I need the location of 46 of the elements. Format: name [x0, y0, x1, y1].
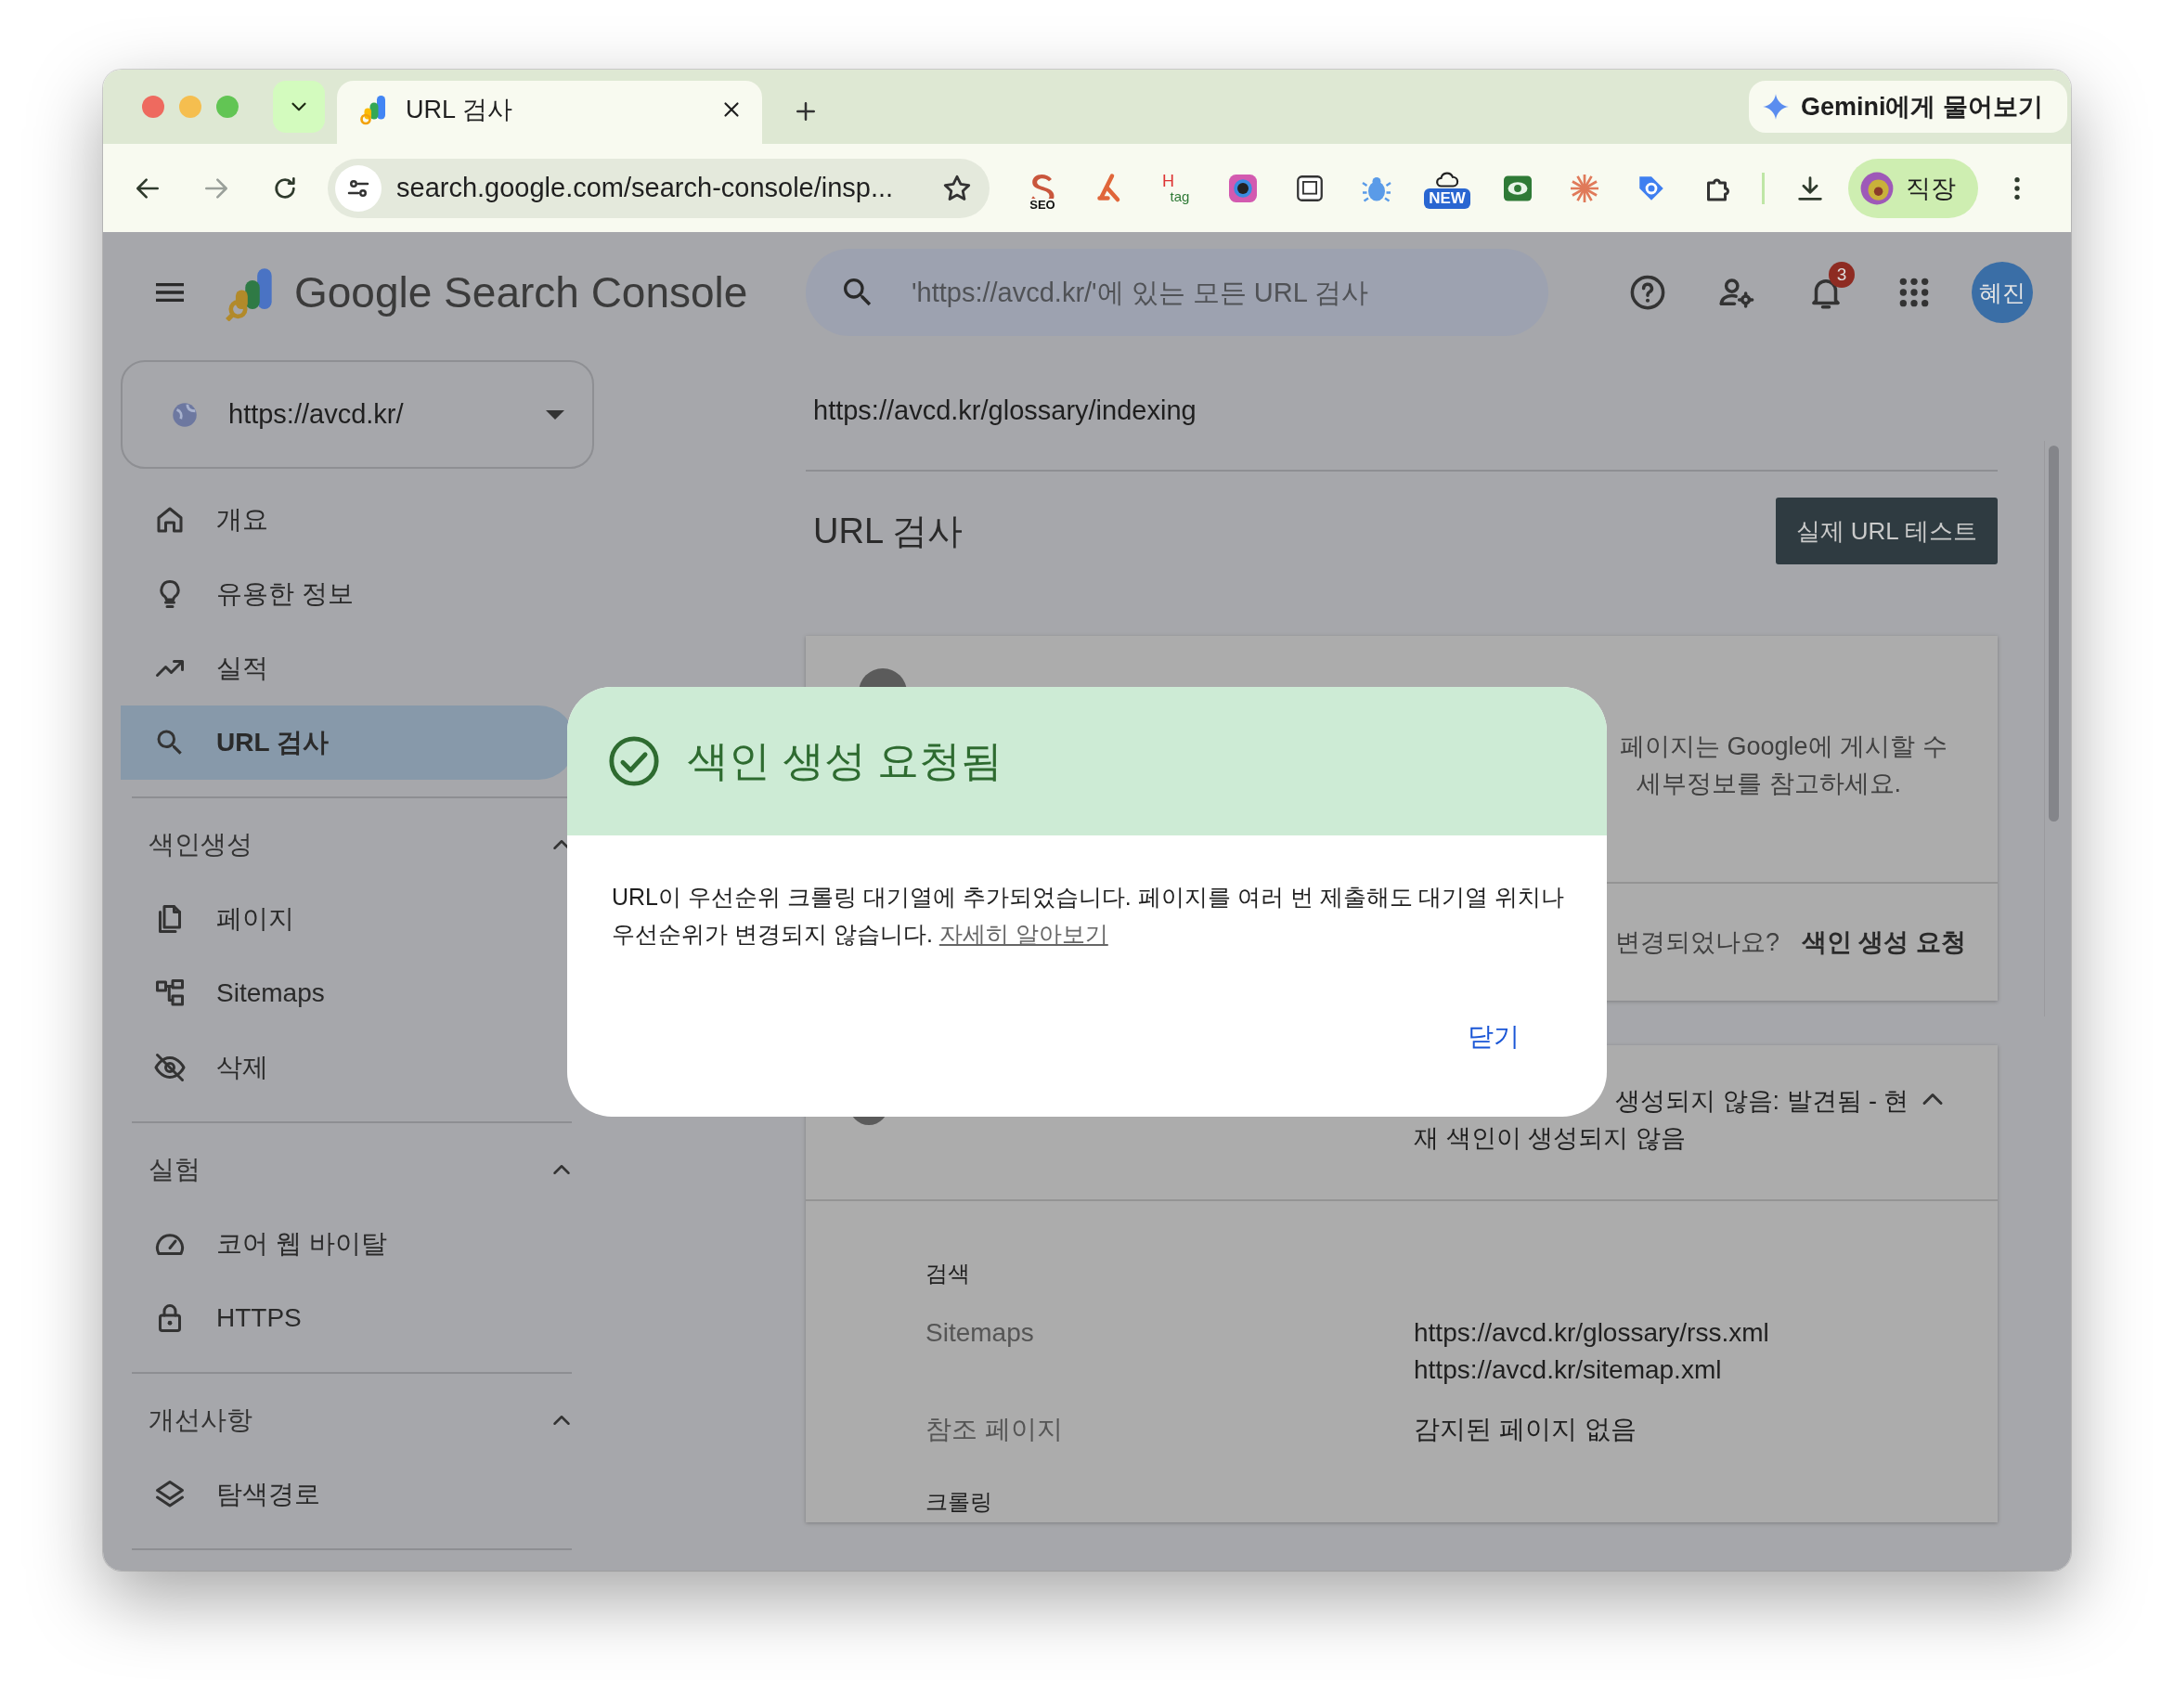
description-text: 세부정보를 참고하세요.: [1637, 769, 1902, 799]
group-title: 검색: [925, 1260, 971, 1287]
browser-tab[interactable]: URL 검사: [337, 81, 762, 144]
nav-item[interactable]: Sitemaps: [121, 956, 576, 1030]
notification-badge: 3: [1829, 262, 1855, 288]
section-header[interactable]: 실험: [121, 1132, 576, 1207]
property-selector[interactable]: https://avcd.kr/: [121, 360, 594, 469]
extension-button[interactable]: SEO: [1019, 164, 1066, 212]
dialog-message: URL이 우선순위 크롤링 대기열에 추가되었습니다. 페이지를 여러 번 제출해도 대기열 위치나 우선순위가 변경되지 않습니다. 자세히 알아보기: [612, 883, 1566, 949]
profile-button[interactable]: 직장: [1848, 158, 1978, 218]
nav-item[interactable]: HTTPS: [121, 1281, 576, 1355]
description-text: 페이지는 Google에 게시할 수: [1620, 731, 1948, 762]
nav-item[interactable]: 삭제: [121, 1030, 576, 1105]
live-test-button[interactable]: 실제 URL 테스트: [1775, 498, 1998, 564]
url-text: search.google.com/search-console/insp...: [396, 173, 895, 203]
group-title: 크롤링: [925, 1488, 993, 1516]
product-name: Google Search Console: [294, 267, 748, 317]
nav-item[interactable]: 개요: [121, 483, 576, 557]
nav-item[interactable]: 탐색경로: [121, 1457, 576, 1532]
nav-item[interactable]: 유용한 정보: [121, 557, 576, 631]
address-bar[interactable]: search.google.com/search-console/insp...: [328, 158, 990, 218]
tab-title: URL 검사: [406, 95, 513, 125]
nav-item[interactable]: 코어 웹 바이탈: [121, 1207, 576, 1281]
nav-item[interactable]: 실적: [121, 631, 576, 705]
question-text: 변경되었나요?: [1615, 927, 1781, 958]
status-text: 재 색인이 생성되지 않음: [1414, 1123, 1687, 1154]
field-value: 감지된 페이지 없음: [1414, 1414, 1637, 1445]
status-text: 생성되지 않음: 발견됨 - 현: [1614, 1086, 1910, 1117]
inspected-url: https://avcd.kr/glossary/indexing: [812, 395, 1197, 427]
field-label: Sitemaps: [925, 1317, 1035, 1349]
request-indexing-button[interactable]: 색인 생성 요청: [1802, 925, 1966, 959]
gemini-button[interactable]: Gemini에게 물어보기: [1748, 81, 2067, 133]
account-avatar[interactable]: 혜진: [1972, 262, 2033, 323]
close-button[interactable]: 닫기: [1455, 1010, 1533, 1064]
dialog-title: 색인 생성 요청됨: [687, 736, 1003, 786]
field-value: https://avcd.kr/sitemap.xml: [1414, 1354, 1723, 1386]
nav-item[interactable]: 페이지: [121, 882, 576, 956]
field-label: 참조 페이지: [925, 1414, 1064, 1445]
page-heading: URL 검사: [813, 510, 964, 552]
extension-button[interactable]: NEW: [1420, 164, 1474, 212]
section-header[interactable]: 색인생성: [121, 808, 576, 882]
extension-button[interactable]: H tag: [1153, 164, 1199, 212]
field-value: https://avcd.kr/glossary/rss.xml: [1414, 1317, 1769, 1349]
learn-more-link[interactable]: 자세히 알아보기: [938, 921, 1108, 947]
section-header[interactable]: 개선사항: [121, 1383, 576, 1457]
search-field[interactable]: 'https://avcd.kr/'에 있는 모든 URL 검사: [806, 249, 1548, 336]
